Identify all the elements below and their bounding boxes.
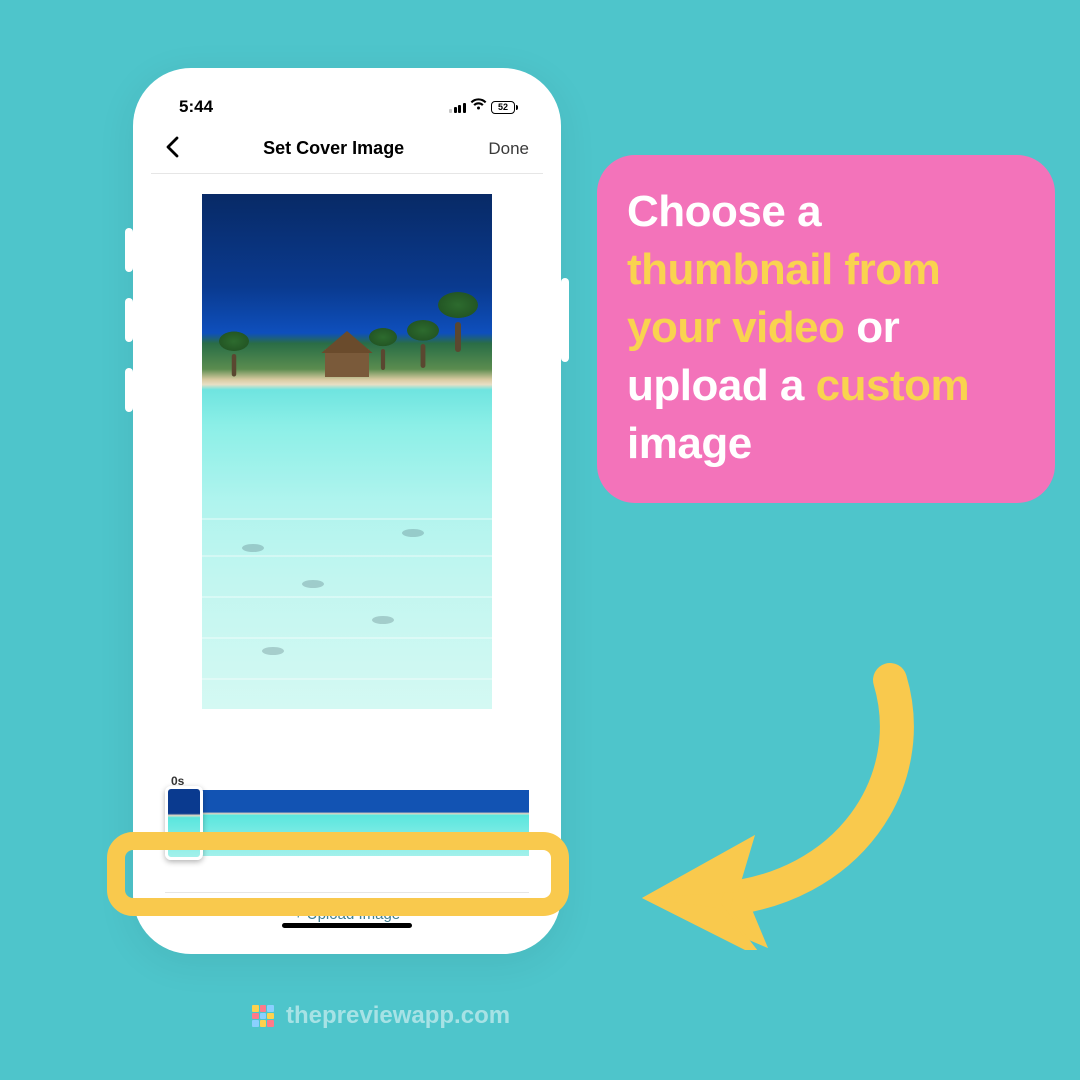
phone-screen: 5:44 52 Set Cover Image Done <box>151 86 543 936</box>
timeline-frame[interactable] <box>367 790 407 856</box>
timeline-frame[interactable] <box>286 790 326 856</box>
timeline-frame[interactable] <box>448 790 488 856</box>
wifi-icon <box>470 98 487 114</box>
footer-credit: thepreviewapp.com <box>252 1002 510 1030</box>
footer-url: thepreviewapp.com <box>286 1002 510 1030</box>
back-button[interactable] <box>165 136 179 162</box>
screen-title: Set Cover Image <box>263 138 404 159</box>
timeline-frame[interactable] <box>246 790 286 856</box>
timeline-frame[interactable] <box>408 790 448 856</box>
brand-logo-icon <box>252 1005 274 1027</box>
timeline-frame[interactable] <box>327 790 367 856</box>
cellular-icon <box>449 102 466 113</box>
navbar: Set Cover Image Done <box>151 128 543 174</box>
status-indicators: 52 <box>449 99 515 115</box>
timeline-frame[interactable] <box>205 790 245 856</box>
battery-icon: 52 <box>491 101 515 114</box>
home-indicator <box>282 923 412 928</box>
instruction-callout: Choose a thumbnail from your video or up… <box>597 155 1055 503</box>
status-bar: 5:44 52 <box>151 86 543 128</box>
pointer-arrow-icon <box>620 660 920 950</box>
status-time: 5:44 <box>179 97 213 117</box>
upload-image-button[interactable]: + Upload Image <box>165 892 529 936</box>
frame-selector-handle[interactable] <box>165 786 203 860</box>
callout-highlight: custom <box>816 361 969 410</box>
done-button[interactable]: Done <box>488 139 529 159</box>
callout-text: image <box>627 419 752 468</box>
frame-timeline[interactable] <box>165 790 529 856</box>
cover-preview-area <box>151 174 543 764</box>
phone-mockup: 5:44 52 Set Cover Image Done <box>133 68 561 954</box>
cover-preview-image <box>202 194 492 709</box>
timeline-frame[interactable] <box>489 790 529 856</box>
callout-text: Choose a <box>627 187 821 236</box>
frame-picker[interactable]: 0s <box>151 764 543 856</box>
